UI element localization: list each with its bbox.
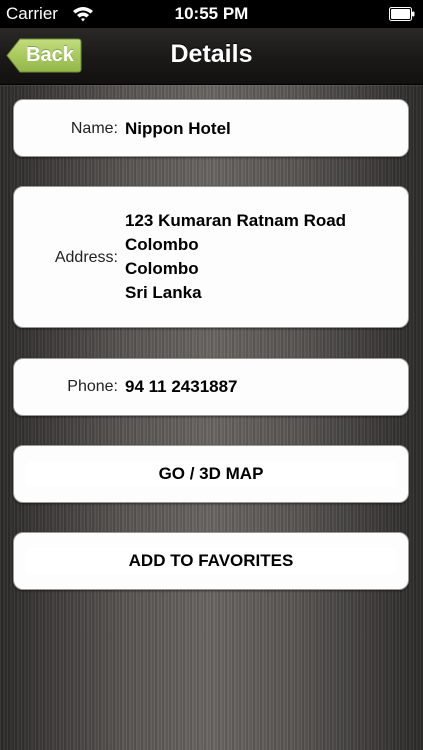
address-line: Colombo — [125, 259, 199, 278]
go-3d-map-button[interactable]: GO / 3D MAP — [26, 461, 396, 487]
address-line: 123 Kumaran Ratnam Road — [125, 211, 347, 230]
status-time: 10:55 PM — [174, 4, 249, 23]
address-card: Address: 123 Kumaran Ratnam Road Colombo… — [13, 186, 409, 328]
add-to-favorites-button[interactable]: ADD TO FAVORITES — [26, 548, 396, 574]
favorites-card: ADD TO FAVORITES — [13, 532, 409, 590]
battery-icon — [389, 7, 415, 21]
address-line: Colombo — [125, 235, 199, 254]
map-card: GO / 3D MAP — [13, 445, 409, 503]
phone-card: Phone: 94 11 2431887 — [13, 358, 409, 416]
phone-value[interactable]: 94 11 2431887 — [125, 377, 238, 397]
name-label: Name: — [70, 120, 118, 137]
name-card: Name: Nippon Hotel — [13, 99, 409, 157]
address-value: 123 Kumaran Ratnam Road Colombo Colombo … — [125, 209, 346, 305]
navigation-bar: Back Details — [0, 28, 423, 85]
page-title: Details — [170, 40, 253, 68]
name-value: Nippon Hotel — [125, 119, 231, 138]
phone-label: Phone: — [67, 378, 118, 395]
address-label: Address: — [54, 249, 118, 266]
address-line: Sri Lanka — [125, 283, 202, 302]
status-bar: Carrier 10:55 PM — [0, 0, 423, 28]
